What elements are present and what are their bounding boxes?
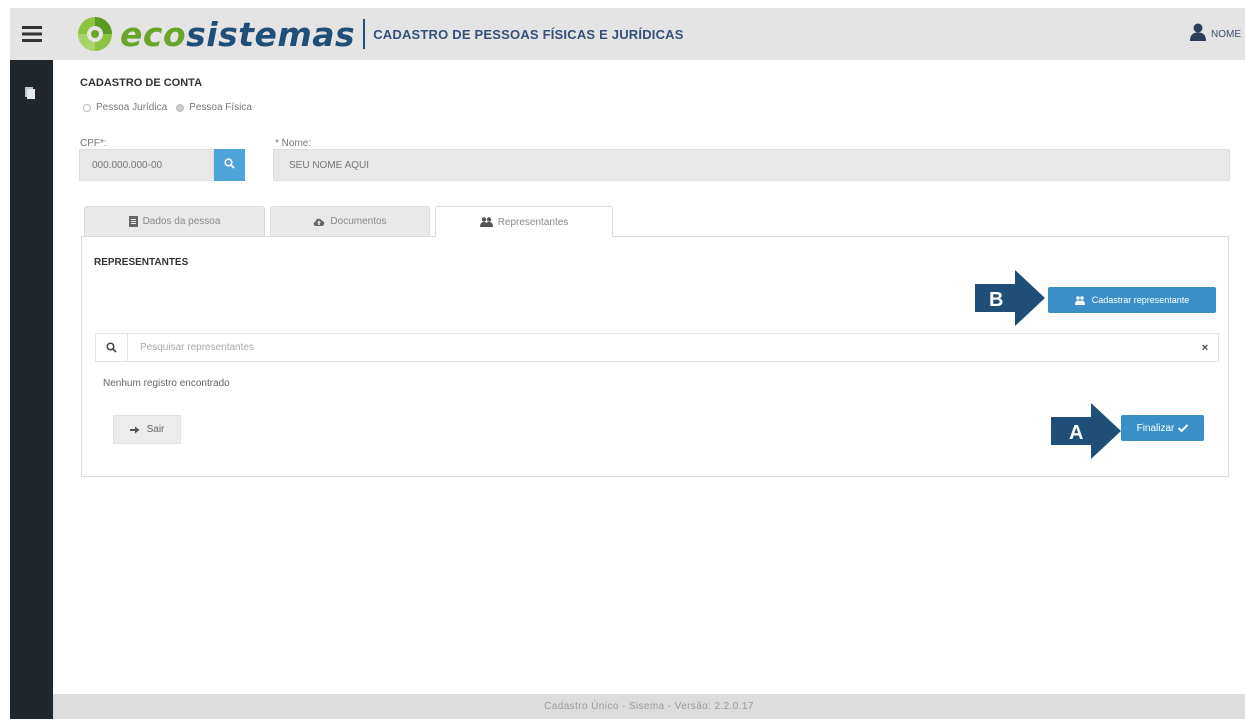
user-menu[interactable]: NOME bbox=[1190, 8, 1241, 60]
search-input[interactable]: Pesquisar representantes bbox=[128, 342, 1192, 353]
clear-search-icon[interactable]: × bbox=[1192, 342, 1218, 354]
radio-pessoa-fisica[interactable] bbox=[176, 103, 185, 112]
tab-label: Representantes bbox=[497, 216, 569, 228]
app-window: ecosistemas CADASTRO DE PESSOAS FÍSICAS … bbox=[0, 0, 1245, 719]
version-text: Cadastro Único - Sisema - Versão: 2.2.0.… bbox=[544, 701, 754, 712]
users-icon bbox=[479, 217, 493, 227]
annotation-arrow-b: B bbox=[975, 270, 1045, 326]
sair-label: Sair bbox=[146, 424, 165, 435]
cpf-search-button[interactable] bbox=[214, 149, 245, 181]
page-title: CADASTRO DE PESSOAS FÍSICAS E JURÍDICAS bbox=[373, 26, 684, 42]
search-icon bbox=[96, 333, 128, 362]
title-separator bbox=[363, 19, 366, 49]
search-icon bbox=[224, 156, 235, 174]
tab-dados-da-pessoa[interactable]: Dados da pessoa bbox=[84, 206, 265, 236]
footer: Cadastro Único - Sisema - Versão: 2.2.0.… bbox=[53, 694, 1245, 719]
person-type-radio-group: Pessoa Jurídica Pessoa Física bbox=[83, 102, 261, 113]
ecosistemas-logo-icon bbox=[76, 15, 114, 53]
finalizar-button[interactable]: Finalizar bbox=[1121, 415, 1204, 441]
cadastrar-representante-button[interactable]: Cadastrar representante bbox=[1048, 287, 1216, 313]
tab-representantes[interactable]: Representantes bbox=[435, 206, 613, 237]
radio-pessoa-juridica-label: Pessoa Jurídica bbox=[96, 102, 168, 113]
radio-pessoa-juridica[interactable] bbox=[83, 103, 91, 112]
nome-field[interactable]: SEU NOME AQUI bbox=[273, 149, 1230, 181]
logo-wordmark: ecosistemas bbox=[120, 15, 355, 54]
hamburger-icon bbox=[22, 26, 42, 42]
menu-toggle-button[interactable] bbox=[10, 8, 54, 60]
finalizar-label: Finalizar bbox=[1136, 422, 1175, 434]
nome-label: * Nome: bbox=[275, 138, 312, 149]
user-name: NOME bbox=[1211, 28, 1241, 40]
empty-state-message: Nenhum registro encontrado bbox=[103, 378, 230, 389]
user-icon bbox=[1190, 23, 1206, 46]
annotation-label-a: A bbox=[1069, 422, 1083, 444]
cloud-upload-icon bbox=[313, 217, 325, 226]
cpf-label: CPF*: bbox=[80, 138, 107, 149]
representantes-search: Pesquisar representantes × bbox=[95, 333, 1219, 362]
sair-button[interactable]: Sair bbox=[113, 415, 181, 444]
tab-label: Documentos bbox=[330, 216, 387, 227]
cpf-field[interactable]: 000.000.000-00 bbox=[79, 149, 214, 181]
logo-sistemas-text: sistemas bbox=[186, 14, 356, 54]
main-content: CADASTRO DE CONTA Pessoa Jurídica Pessoa… bbox=[53, 60, 1245, 694]
cadastrar-representante-label: Cadastrar representante bbox=[1091, 295, 1190, 305]
app-logo[interactable]: ecosistemas bbox=[76, 15, 355, 54]
logo-eco-text: eco bbox=[120, 14, 187, 54]
top-header: ecosistemas CADASTRO DE PESSOAS FÍSICAS … bbox=[10, 8, 1245, 60]
tab-documentos[interactable]: Documentos bbox=[270, 206, 430, 236]
user-plus-icon bbox=[1074, 295, 1085, 305]
tab-label: Dados da pessoa bbox=[142, 216, 221, 227]
left-sidebar bbox=[10, 60, 53, 719]
radio-pessoa-fisica-label: Pessoa Física bbox=[189, 102, 252, 113]
document-icon[interactable] bbox=[24, 86, 36, 104]
annotation-arrow-a: A bbox=[1051, 403, 1121, 459]
file-icon bbox=[128, 216, 138, 227]
section-title: CADASTRO DE CONTA bbox=[80, 77, 203, 89]
annotation-label-b: B bbox=[989, 289, 1003, 311]
panel-title: REPRESENTANTES bbox=[94, 257, 189, 268]
sign-out-icon bbox=[129, 426, 140, 434]
check-icon bbox=[1178, 424, 1189, 432]
